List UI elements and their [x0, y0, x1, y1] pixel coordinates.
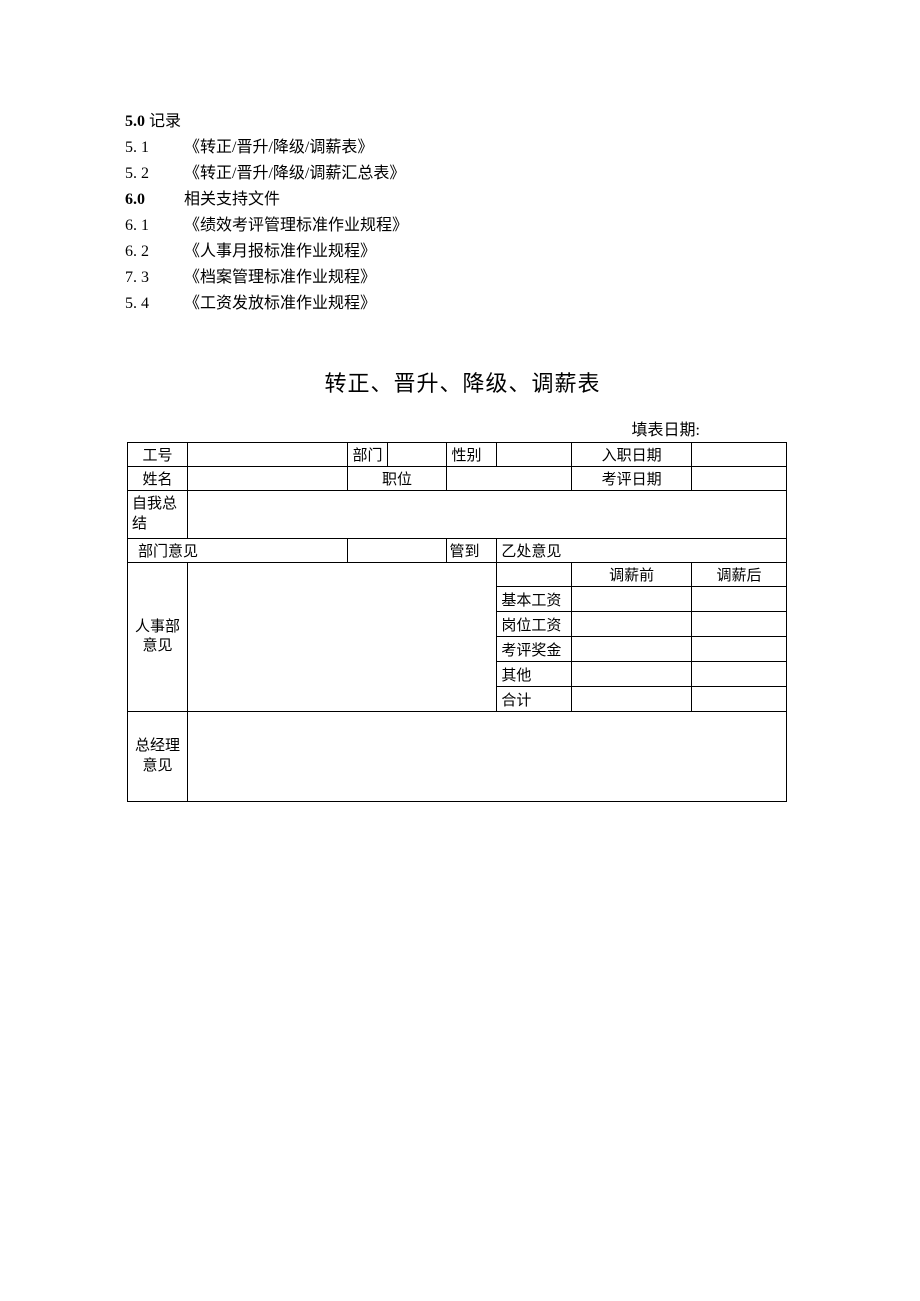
- cell-base-after: [692, 587, 787, 612]
- item-text: 《人事月报标准作业规程》: [184, 243, 376, 260]
- label-mgmt2: 乙处意见: [497, 539, 787, 563]
- label-self-summary: 自我总结: [128, 491, 188, 539]
- item-num: 5. 2: [125, 162, 180, 186]
- label-position: 职位: [347, 467, 447, 491]
- cell-dept: [387, 443, 447, 467]
- section6-item: 7. 3 《档案管理标准作业规程》: [125, 266, 800, 290]
- item-text: 《转正/晋升/降级/调薪汇总表》: [184, 165, 405, 182]
- label-gender: 性别: [447, 443, 497, 467]
- label-mgmt1: 管到: [447, 539, 497, 563]
- section6-item: 5. 4 《工资发放标准作业规程》: [125, 292, 800, 316]
- form-title: 转正、晋升、降级、调薪表: [125, 366, 800, 398]
- table-row: 自我总结: [128, 491, 787, 539]
- label-total: 合计: [497, 687, 572, 712]
- cell-bonus-after: [692, 637, 787, 662]
- cell-review-date: [692, 467, 787, 491]
- label-salary-before: 调薪前: [572, 563, 692, 587]
- cell-position-before: [572, 612, 692, 637]
- label-position-salary: 岗位工资: [497, 612, 572, 637]
- label-gm-opinion: 总经理意见: [128, 712, 188, 802]
- label-bonus: 考评奖金: [497, 637, 572, 662]
- label-salary-after: 调薪后: [692, 563, 787, 587]
- section6-heading: 6.0 相关支持文件: [125, 188, 800, 212]
- cell-name: [187, 467, 347, 491]
- section5-item: 5. 2 《转正/晋升/降级/调薪汇总表》: [125, 162, 800, 186]
- cell-blank: [497, 563, 572, 587]
- section6-item: 6. 2 《人事月报标准作业规程》: [125, 240, 800, 264]
- label-other: 其他: [497, 662, 572, 687]
- cell-position-after: [692, 612, 787, 637]
- item-num: 6. 2: [125, 240, 180, 264]
- section5-heading: 5.0 记录: [125, 110, 800, 134]
- form-table: 工号 部门 性别 入职日期 姓名 职位 考评日期 自我总结 部门意见 管到 乙处…: [127, 442, 787, 802]
- label-dept: 部门: [347, 443, 387, 467]
- cell-dept-opinion: [347, 539, 447, 563]
- section6-text: 相关支持文件: [184, 191, 280, 208]
- cell-bonus-before: [572, 637, 692, 662]
- cell-base-before: [572, 587, 692, 612]
- item-text: 《档案管理标准作业规程》: [184, 269, 376, 286]
- label-name: 姓名: [128, 467, 188, 491]
- section5-text: 记录: [149, 113, 181, 130]
- item-num: 5. 4: [125, 292, 180, 316]
- table-row: 姓名 职位 考评日期: [128, 467, 787, 491]
- item-text: 《转正/晋升/降级/调薪表》: [184, 139, 373, 156]
- label-hr-opinion: 人事部意见: [128, 563, 188, 712]
- section5-item: 5. 1 《转正/晋升/降级/调薪表》: [125, 136, 800, 160]
- cell-other-after: [692, 662, 787, 687]
- label-review-date: 考评日期: [572, 467, 692, 491]
- cell-hire-date: [692, 443, 787, 467]
- item-num: 7. 3: [125, 266, 180, 290]
- cell-position: [447, 467, 572, 491]
- item-num: 6. 1: [125, 214, 180, 238]
- section6-num: 6.0: [125, 188, 180, 212]
- cell-gender: [497, 443, 572, 467]
- cell-hr-opinion: [187, 563, 496, 712]
- section6-item: 6. 1 《绩效考评管理标准作业规程》: [125, 214, 800, 238]
- fill-date-label: 填表日期:: [125, 416, 800, 440]
- cell-total-before: [572, 687, 692, 712]
- item-num: 5. 1: [125, 136, 180, 160]
- cell-gm-opinion: [187, 712, 786, 802]
- label-hire-date: 入职日期: [572, 443, 692, 467]
- label-emp-no: 工号: [128, 443, 188, 467]
- table-row: 部门意见 管到 乙处意见: [128, 539, 787, 563]
- table-row: 人事部意见 调薪前 调薪后: [128, 563, 787, 587]
- cell-self-summary: [187, 491, 786, 539]
- table-row: 工号 部门 性别 入职日期: [128, 443, 787, 467]
- label-dept-opinion: 部门意见: [128, 539, 348, 563]
- item-text: 《绩效考评管理标准作业规程》: [184, 217, 408, 234]
- cell-emp-no: [187, 443, 347, 467]
- item-text: 《工资发放标准作业规程》: [184, 295, 376, 312]
- table-row: 总经理意见: [128, 712, 787, 802]
- cell-total-after: [692, 687, 787, 712]
- label-base-salary: 基本工资: [497, 587, 572, 612]
- cell-other-before: [572, 662, 692, 687]
- section5-num: 5.0: [125, 113, 145, 130]
